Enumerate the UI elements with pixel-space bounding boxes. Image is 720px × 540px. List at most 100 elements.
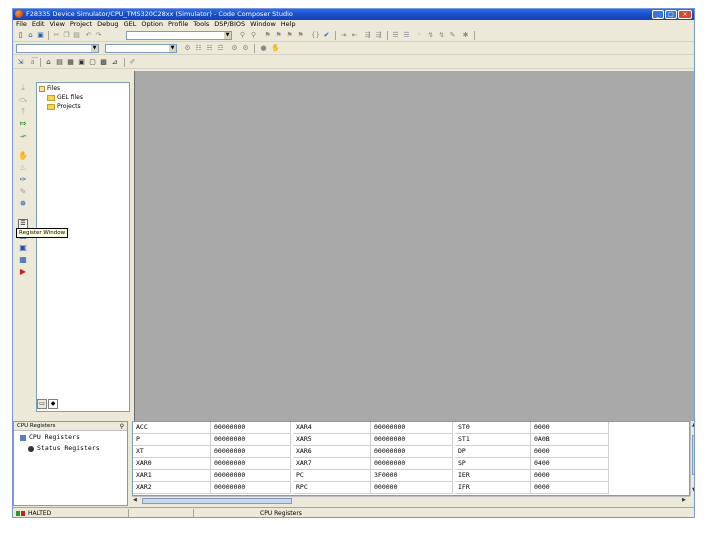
bookmark-icon[interactable]: ⚑ (263, 31, 272, 40)
register-name[interactable]: ST1 (455, 434, 531, 446)
tree-item-projects[interactable]: Projects (47, 103, 81, 111)
scroll-thumb[interactable] (142, 498, 292, 504)
run-icon[interactable]: ⤞ (18, 131, 28, 141)
register-name[interactable]: IFR (455, 482, 531, 494)
tree-root[interactable]: Files (39, 85, 60, 93)
register-value[interactable]: 0000 (531, 470, 609, 482)
register-name[interactable]: XAR5 (293, 434, 371, 446)
undo-icon[interactable]: ↶ (84, 31, 93, 40)
chevron-down-icon[interactable]: ▼ (91, 45, 98, 52)
bookmark-clear-icon[interactable]: ⚑ (296, 31, 305, 40)
step-icon[interactable]: ⇲ (16, 58, 25, 67)
new-file-icon[interactable]: ▯ (16, 31, 25, 40)
menu-gel[interactable]: GEL (124, 20, 137, 29)
build-config-combo[interactable]: ▼ (105, 44, 177, 53)
tree-item-gel-files[interactable]: GEL files (47, 94, 83, 102)
register-value[interactable]: 3F0000 (371, 470, 453, 482)
register-icon[interactable]: ▦ (66, 58, 75, 67)
memory-icon[interactable]: ▤ (55, 58, 64, 67)
graph-icon[interactable]: ▩ (99, 58, 108, 67)
register-value[interactable]: 00000000 (211, 422, 291, 434)
paste-icon[interactable]: ▤ (72, 31, 81, 40)
register-name[interactable]: IER (455, 470, 531, 482)
save-icon[interactable]: ▣ (36, 31, 45, 40)
mixed-icon[interactable]: ▢ (88, 58, 97, 67)
scroll-right-icon[interactable]: ▶ (682, 497, 686, 504)
menu-debug[interactable]: Debug (97, 20, 118, 29)
match-brace-icon[interactable]: {} (311, 31, 320, 40)
rebuild-all-icon[interactable]: ☵ (205, 44, 214, 53)
register-value[interactable]: 00000000 (211, 482, 291, 494)
register-name[interactable]: XT (133, 446, 211, 458)
chevron-down-icon[interactable]: ▼ (224, 32, 231, 39)
menu-view[interactable]: View (49, 20, 64, 29)
step-over-icon[interactable]: ⤼ (18, 95, 28, 105)
menu-dsp-bios[interactable]: DSP/BIOS (214, 20, 245, 29)
register-value[interactable]: 00000000 (211, 434, 291, 446)
menu-project[interactable]: Project (70, 20, 92, 29)
register-name[interactable]: P (133, 434, 211, 446)
minimize-button[interactable]: _ (652, 10, 664, 19)
find-icon[interactable]: ⚲ (238, 31, 247, 40)
halt-icon[interactable]: ✋ (18, 151, 28, 161)
find-combo[interactable]: ▼ (126, 31, 232, 40)
align-left-icon[interactable]: ☰ (391, 31, 400, 40)
bookmark-next-icon[interactable]: ⚑ (274, 31, 283, 40)
step-into-icon[interactable]: ⤓ (18, 83, 28, 93)
redo-icon[interactable]: ↷ (94, 31, 103, 40)
open-icon[interactable]: ⌂ (26, 31, 35, 40)
bookmark-prev-icon[interactable]: ⚑ (285, 31, 294, 40)
mark-icon[interactable]: ◦ (415, 31, 424, 40)
maximize-button[interactable]: □ (665, 10, 677, 19)
register-value[interactable]: 000000 (371, 482, 453, 494)
close-button[interactable]: × (678, 10, 692, 19)
outdent-icon[interactable]: ⇤ (350, 31, 359, 40)
profile-icon[interactable]: ✵ (18, 199, 28, 209)
run-to-cursor-icon[interactable]: ⤇ (18, 119, 28, 129)
menu-edit[interactable]: Edit (32, 20, 45, 29)
register-name[interactable]: SP (455, 458, 531, 470)
register-name[interactable]: XAR4 (293, 422, 371, 434)
align-right-icon[interactable]: ☰ (402, 31, 411, 40)
build-options-icon[interactable]: ⚙ (230, 44, 239, 53)
indent-icon[interactable]: ⇥ (339, 31, 348, 40)
scroll-left-icon[interactable]: ◀ (133, 497, 137, 504)
register-value[interactable]: 00000000 (211, 470, 291, 482)
project-combo[interactable]: ▼ (16, 44, 99, 53)
watch-window-icon[interactable]: ▣ (18, 243, 28, 253)
uncomment-icon[interactable]: ⇶ (374, 31, 383, 40)
register-value[interactable]: 0400 (531, 458, 609, 470)
incremental-build-icon[interactable]: ☷ (194, 44, 203, 53)
asm-icon[interactable]: a͞ (28, 58, 37, 67)
compile-file-icon[interactable]: ⚙ (183, 44, 192, 53)
register-name[interactable]: RPC (293, 482, 371, 494)
probe-point-icon[interactable]: ✎ (18, 187, 28, 197)
watch-icon[interactable]: ⌂ (44, 58, 53, 67)
pen-icon[interactable]: ✎ (448, 31, 457, 40)
comment-icon[interactable]: ⇶ (363, 31, 372, 40)
help-icon[interactable]: ✱ (461, 31, 470, 40)
link-options-icon[interactable]: ⚙ (241, 44, 250, 53)
pin-icon[interactable]: ⚲ (120, 422, 124, 431)
register-vertical-scrollbar[interactable]: ▲ ▼ (690, 421, 694, 496)
register-value[interactable]: 00000000 (371, 458, 453, 470)
probe-icon[interactable]: ✋ (271, 44, 280, 53)
mdi-client-area[interactable] (134, 71, 694, 421)
step-out-icon[interactable]: ⤒ (18, 107, 28, 117)
register-horizontal-scrollbar[interactable]: ◀ ▶ (132, 496, 690, 505)
mixed-mode-icon[interactable]: ▶ (18, 267, 28, 277)
register-value[interactable]: 00000000 (371, 434, 453, 446)
breakpoint-icon[interactable]: ✑ (18, 175, 28, 185)
register-value[interactable]: 00000000 (211, 458, 291, 470)
register-node-status[interactable]: Status Registers (28, 444, 100, 453)
menu-option[interactable]: Option (141, 20, 163, 29)
register-name[interactable]: ACC (133, 422, 211, 434)
register-name[interactable]: XAR6 (293, 446, 371, 458)
menu-help[interactable]: Help (281, 20, 296, 29)
cut-icon[interactable]: ✂ (52, 31, 61, 40)
menu-window[interactable]: Window (250, 20, 276, 29)
register-name[interactable]: XAR0 (133, 458, 211, 470)
register-name[interactable]: XAR7 (293, 458, 371, 470)
register-name[interactable]: PC (293, 470, 371, 482)
find-next-icon[interactable]: ⚲ (249, 31, 258, 40)
